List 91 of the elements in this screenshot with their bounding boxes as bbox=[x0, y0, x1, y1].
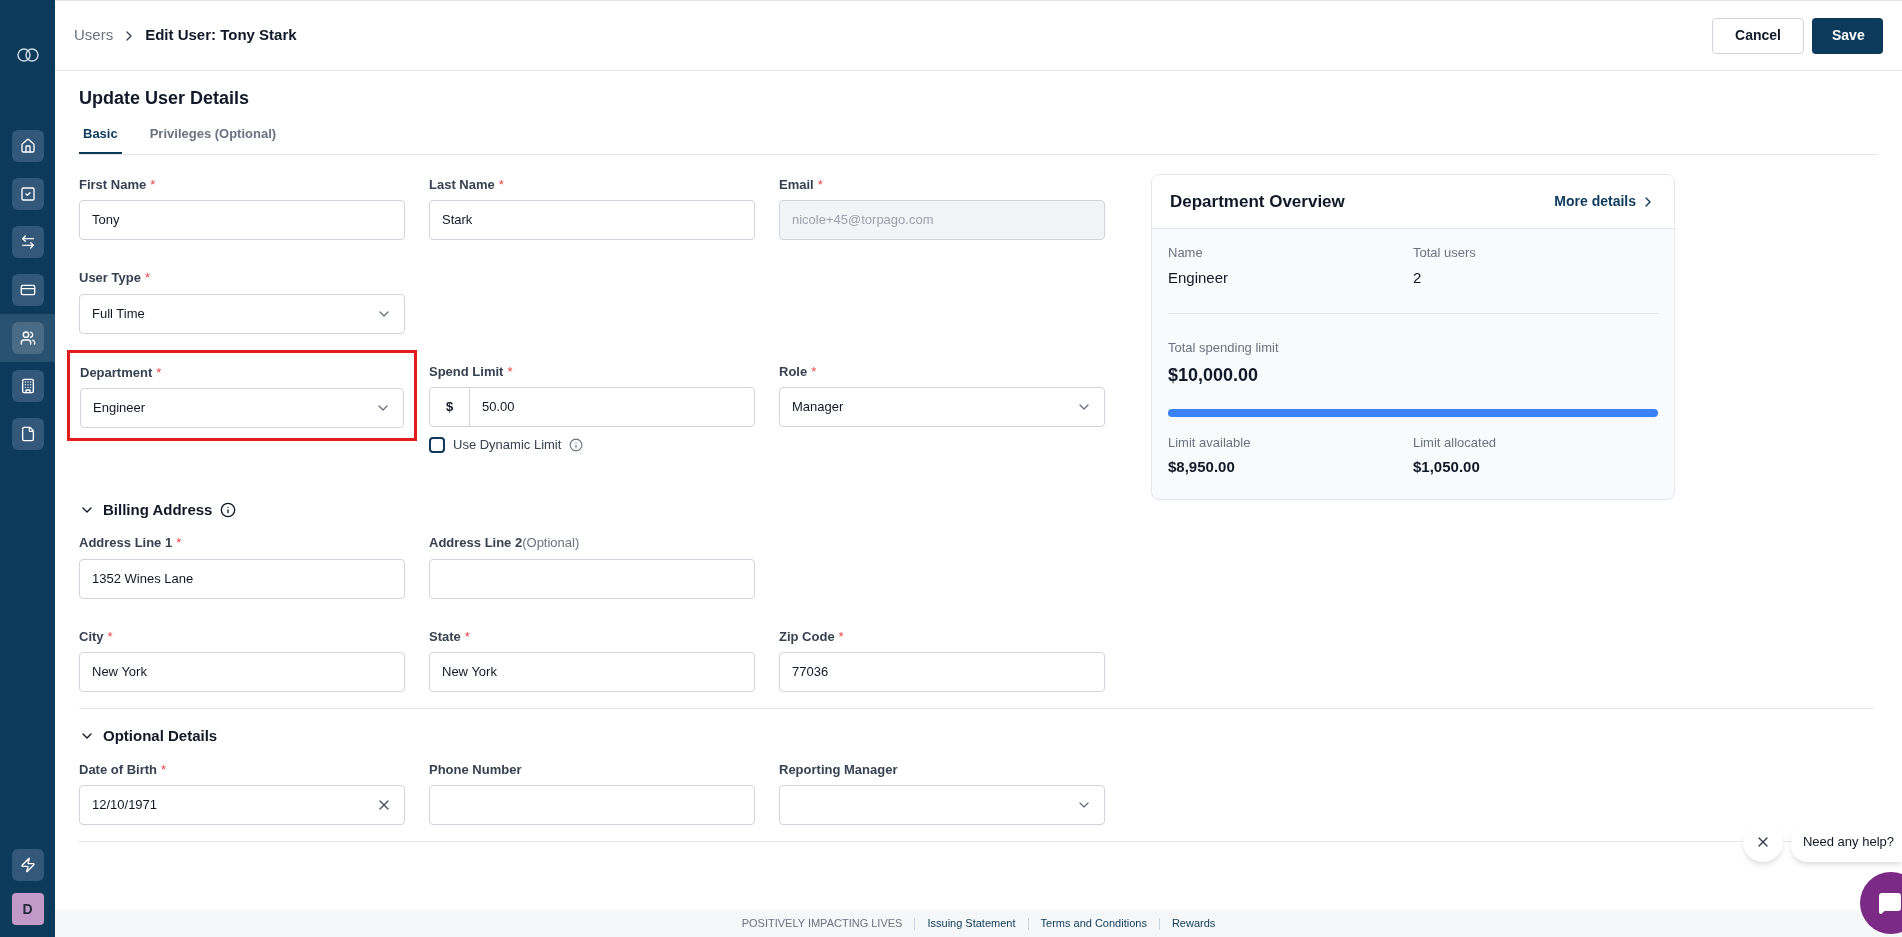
breadcrumb-link[interactable]: Users bbox=[74, 24, 114, 47]
card-icon bbox=[19, 282, 36, 298]
footer-link[interactable]: Terms and Conditions bbox=[1040, 915, 1147, 932]
required-mark: * bbox=[156, 363, 162, 382]
field-label: Last Name bbox=[429, 175, 495, 194]
text-field[interactable]: 1352 Wines Lane bbox=[79, 558, 405, 599]
required-mark: * bbox=[498, 175, 504, 194]
required-mark: * bbox=[176, 534, 182, 552]
date-value: 12/10/1971 bbox=[92, 796, 158, 815]
text-field[interactable]: Stark bbox=[429, 200, 755, 240]
field-label: City bbox=[79, 627, 104, 646]
select-value: Engineer bbox=[93, 399, 146, 418]
required-mark: * bbox=[161, 760, 167, 779]
cancel-button[interactable]: Cancel bbox=[1712, 17, 1804, 54]
logo-icon bbox=[14, 48, 41, 62]
text-field[interactable]: 77036 bbox=[779, 652, 1105, 692]
amount-value: 50.00 bbox=[481, 398, 516, 417]
transfer-icon bbox=[19, 234, 36, 250]
quick-action-button[interactable] bbox=[11, 849, 44, 881]
required-mark: * bbox=[144, 269, 150, 287]
more-details-link[interactable]: More details bbox=[1554, 191, 1656, 212]
select-field[interactable]: Engineer bbox=[80, 388, 404, 428]
users-icon bbox=[19, 330, 36, 346]
text-field[interactable]: New York bbox=[429, 652, 755, 692]
checkbox[interactable] bbox=[429, 436, 445, 453]
help-message: Need any help? bbox=[1790, 822, 1902, 862]
stat-value: $8,950.00 bbox=[1168, 457, 1236, 477]
field-label: Address Line 2 bbox=[429, 534, 523, 552]
stat-value: 2 bbox=[1413, 267, 1423, 288]
date-field[interactable]: 12/10/1971 bbox=[79, 785, 405, 825]
field-label: Role bbox=[779, 362, 808, 381]
footer-tagline: POSITIVELY IMPACTING LIVES bbox=[741, 916, 903, 932]
bolt-icon bbox=[19, 857, 36, 873]
form-title: Update User Details bbox=[79, 87, 251, 110]
text-field[interactable] bbox=[429, 785, 755, 825]
field-label: Reporting Manager bbox=[779, 760, 898, 779]
section-title: Billing Address bbox=[103, 499, 213, 520]
save-button[interactable]: Save bbox=[1812, 17, 1883, 54]
close-button[interactable] bbox=[1742, 822, 1783, 862]
stat-value: Engineer bbox=[1168, 267, 1230, 288]
check-icon bbox=[19, 186, 36, 202]
tab[interactable]: Privileges (Optional) bbox=[145, 124, 281, 154]
stat-label: Limit allocated bbox=[1413, 433, 1498, 452]
stat-label: Limit available bbox=[1168, 433, 1252, 452]
required-mark: * bbox=[811, 362, 817, 381]
field-label: Zip Code bbox=[779, 627, 835, 646]
stat-value: $1,050.00 bbox=[1413, 457, 1481, 477]
file-icon bbox=[19, 426, 36, 442]
required-mark: * bbox=[817, 175, 823, 194]
checkbox-label: Use Dynamic Limit bbox=[453, 436, 562, 454]
select-field[interactable]: Manager bbox=[779, 387, 1105, 427]
money-field[interactable]: $ 50.00 bbox=[429, 387, 755, 427]
optional-note: (Optional) bbox=[522, 534, 580, 552]
user-avatar[interactable]: D bbox=[11, 893, 44, 925]
field-label: Department bbox=[80, 363, 153, 382]
field-label: Date of Birth bbox=[79, 760, 157, 779]
section-title: Optional Details bbox=[103, 726, 218, 746]
sidebar-item[interactable] bbox=[0, 314, 55, 362]
required-mark: * bbox=[838, 627, 844, 646]
field-label: Phone Number bbox=[429, 760, 522, 779]
stat-label: Name bbox=[1168, 244, 1204, 262]
required-mark: * bbox=[464, 627, 470, 646]
field-label: Address Line 1 bbox=[79, 534, 173, 552]
page-title: Edit User: Tony Stark bbox=[145, 25, 297, 46]
home-icon bbox=[19, 138, 36, 154]
chat-icon bbox=[1878, 891, 1902, 915]
field-label: State bbox=[429, 627, 461, 646]
required-mark: * bbox=[150, 175, 156, 194]
required-mark: * bbox=[107, 627, 113, 646]
field-label: Spend Limit bbox=[429, 362, 504, 381]
field-label: First Name bbox=[79, 175, 147, 194]
stat-value: $10,000.00 bbox=[1168, 363, 1260, 387]
select-field[interactable]: Full Time bbox=[79, 293, 405, 334]
card-title: Department Overview bbox=[1170, 190, 1345, 213]
select-value: Manager bbox=[792, 398, 844, 417]
info-icon bbox=[220, 501, 237, 518]
text-field[interactable] bbox=[429, 558, 755, 599]
stat-label: Total users bbox=[1413, 244, 1477, 262]
footer-link[interactable]: Issuing Statement bbox=[927, 915, 1016, 932]
required-mark: * bbox=[507, 362, 513, 381]
text-field[interactable]: Tony bbox=[79, 200, 405, 240]
text-field[interactable]: New York bbox=[79, 652, 405, 692]
select-field[interactable] bbox=[779, 785, 1105, 825]
building-icon bbox=[19, 378, 36, 394]
info-icon bbox=[569, 437, 584, 452]
footer-link[interactable]: Rewards bbox=[1171, 915, 1216, 932]
select-value: Full Time bbox=[92, 304, 145, 323]
field-label: User Type bbox=[79, 269, 141, 287]
tab[interactable]: Basic bbox=[79, 124, 122, 154]
stat-label: Total spending limit bbox=[1168, 339, 1280, 357]
field-label: Email bbox=[779, 175, 814, 194]
